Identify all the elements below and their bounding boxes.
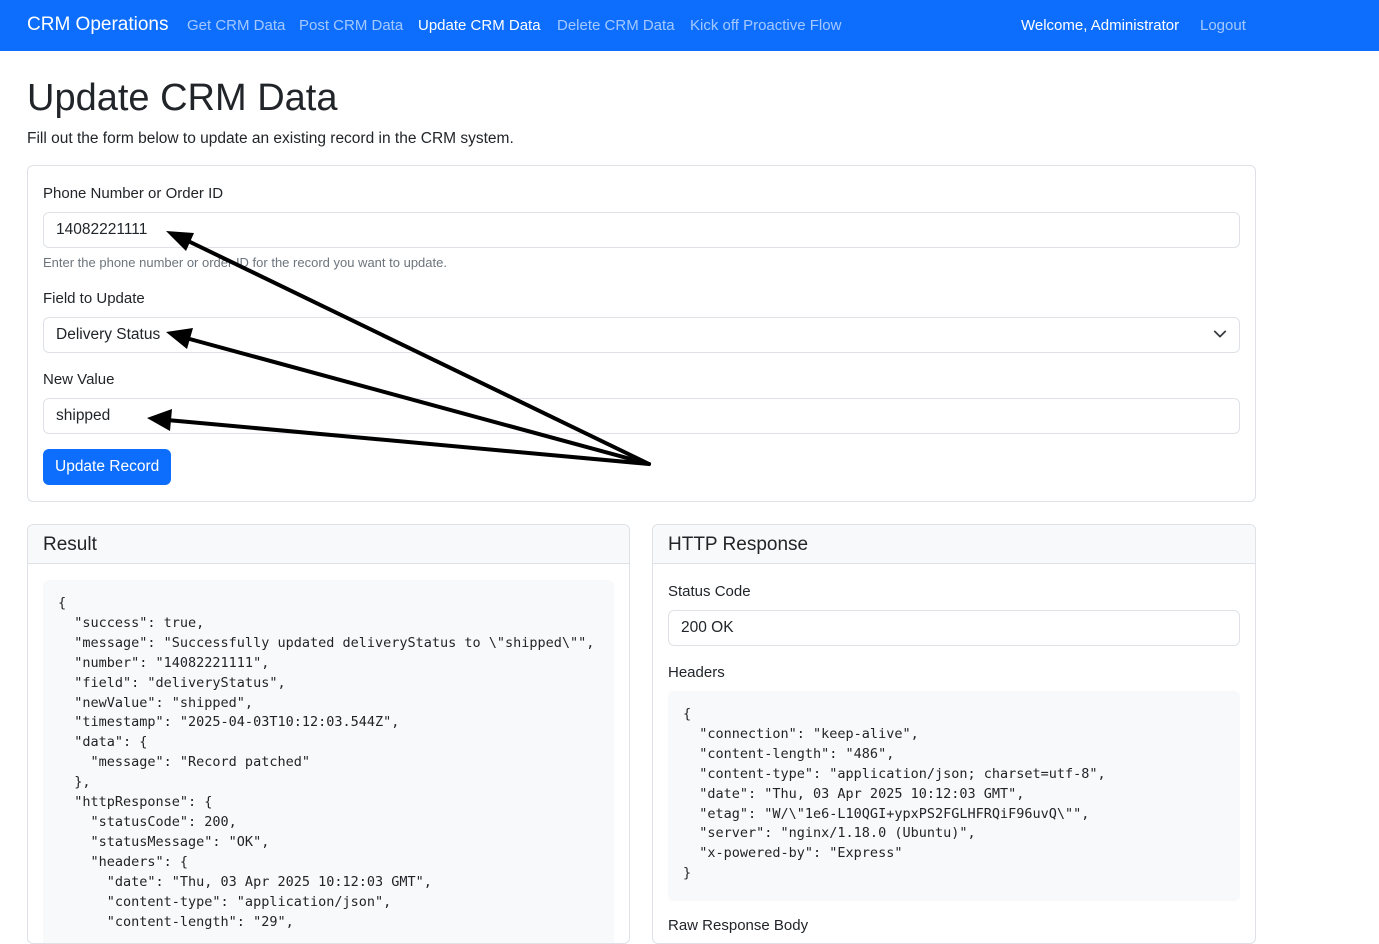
nav-update-crm-data[interactable]: Update CRM Data xyxy=(418,16,541,35)
headers-json: { "connection": "keep-alive", "content-l… xyxy=(668,691,1240,901)
http-response-card: HTTP Response Status Code 200 OK Headers… xyxy=(652,524,1256,944)
nav-post-crm-data[interactable]: Post CRM Data xyxy=(299,16,403,35)
nav-kick-off-proactive-flow[interactable]: Kick off Proactive Flow xyxy=(690,16,841,35)
value-label: New Value xyxy=(43,371,115,388)
welcome-text: Welcome, Administrator xyxy=(1021,17,1180,34)
page-description: Fill out the form below to update an exi… xyxy=(27,130,514,147)
top-navbar: CRM Operations Get CRM Data Post CRM Dat… xyxy=(0,0,1379,51)
headers-label: Headers xyxy=(668,664,725,681)
field-select[interactable]: Delivery Status xyxy=(43,317,1240,353)
http-response-title: HTTP Response xyxy=(668,534,809,555)
update-record-button[interactable]: Update Record xyxy=(43,449,172,485)
status-code-label: Status Code xyxy=(668,583,751,600)
id-input[interactable]: 14082221111 xyxy=(43,212,1240,248)
field-label: Field to Update xyxy=(43,290,145,307)
result-card: Result { "success": true, "message": "Su… xyxy=(27,524,630,944)
result-card-header: Result xyxy=(28,525,629,564)
update-form-card: Phone Number or Order ID 14082221111 Ent… xyxy=(27,165,1256,502)
field-select-value: Delivery Status xyxy=(56,326,161,343)
id-label: Phone Number or Order ID xyxy=(43,185,224,202)
logout-link[interactable]: Logout xyxy=(1200,16,1246,35)
new-value-input[interactable]: shipped xyxy=(43,398,1240,434)
id-help-text: Enter the phone number or order ID for t… xyxy=(43,255,447,270)
raw-response-body-label: Raw Response Body xyxy=(668,917,809,934)
status-code-field: 200 OK xyxy=(668,610,1240,646)
brand-link[interactable]: CRM Operations xyxy=(27,13,169,37)
result-title: Result xyxy=(43,534,97,555)
http-card-header: HTTP Response xyxy=(653,525,1255,564)
nav-get-crm-data[interactable]: Get CRM Data xyxy=(187,16,285,35)
page-title: Update CRM Data xyxy=(27,77,338,119)
chevron-down-icon xyxy=(1213,330,1227,338)
nav-delete-crm-data[interactable]: Delete CRM Data xyxy=(557,16,675,35)
result-json: { "success": true, "message": "Successfu… xyxy=(43,580,614,943)
